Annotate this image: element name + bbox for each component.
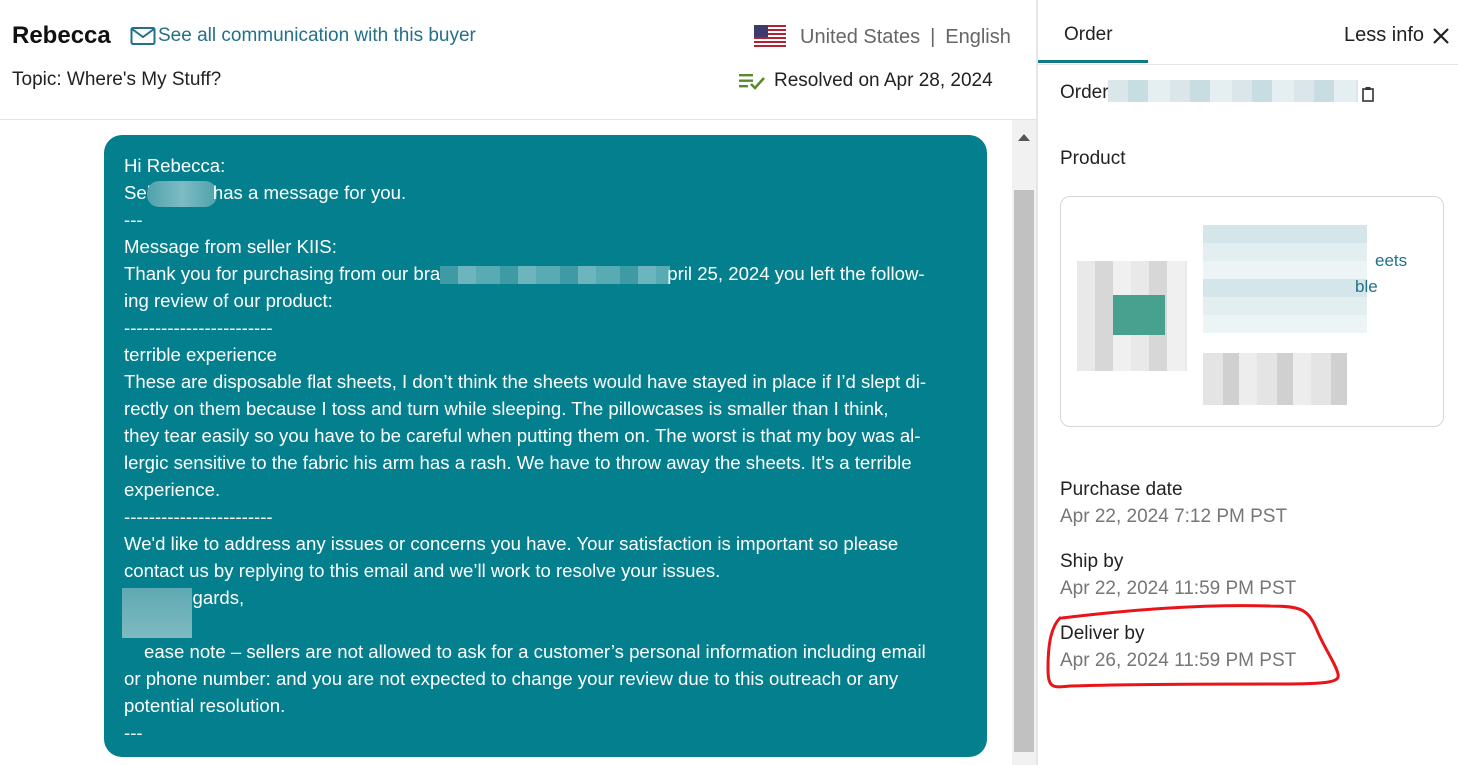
resolved-date-text: Resolved on Apr 28, 2024 [774, 70, 993, 91]
message-line: Thank you for purchasing from our bra pri… [124, 263, 925, 285]
ship-by-value: Apr 22, 2024 11:59 PM PST [1060, 578, 1297, 599]
message-line: terrible experience [124, 344, 277, 365]
redacted-signature [122, 588, 192, 638]
message-line: contact us by replying to this email and… [124, 560, 721, 581]
message-line: regards, [176, 587, 245, 608]
redacted-product-title [1203, 225, 1367, 333]
redacted-seller-name [146, 181, 217, 208]
buyer-name: Rebecca [12, 22, 111, 49]
order-details-panel: Order Less info Order Product eets ble P… [1036, 0, 1458, 765]
tab-order[interactable]: Order [1064, 24, 1113, 46]
message-line: --- [124, 722, 143, 743]
deliver-by-label: Deliver by [1060, 623, 1145, 644]
see-all-communication-label[interactable]: See all communication with this buyer [158, 25, 476, 47]
less-info-button[interactable]: Less info [1344, 24, 1450, 47]
purchase-date-value: Apr 22, 2024 7:12 PM PST [1060, 506, 1288, 527]
message-line: These are disposable flat sheets, I don’… [124, 371, 927, 392]
product-card[interactable]: eets ble [1060, 196, 1444, 427]
country-label: United States [800, 25, 921, 48]
tab-divider [1038, 64, 1458, 65]
ship-by-label: Ship by [1060, 551, 1124, 572]
message-bubble: Hi Rebecca: Sel has a message for you. --… [104, 135, 987, 757]
conversation-header: Rebecca See all communication with this … [0, 0, 1036, 120]
buyer-locale: United States | English [754, 25, 1011, 49]
vertical-scrollbar[interactable] [1012, 120, 1036, 765]
message-line: ing review of our product: [124, 290, 333, 311]
locale-separator: | [930, 25, 936, 48]
product-title-fragment[interactable]: ble [1355, 277, 1378, 297]
conversation-pane: Rebecca See all communication with this … [0, 0, 1036, 765]
message-line: experience. [124, 479, 221, 500]
redacted-brand [440, 266, 671, 285]
resolved-list-check-icon [739, 74, 765, 90]
us-flag-icon [754, 25, 786, 49]
message-line: Message from seller KIIS: [124, 236, 337, 257]
scroll-up-arrow-icon[interactable] [1018, 134, 1030, 141]
message-line: lergic sensitive to the fabric his arm h… [124, 452, 912, 473]
message-line: ease note – sellers are not allowed to a… [144, 641, 926, 662]
see-all-communication-link[interactable]: See all communication with this buyer [130, 25, 476, 47]
message-line [124, 611, 967, 638]
conversation-topic: Topic: Where's My Stuff? [12, 69, 222, 90]
close-icon[interactable] [1432, 27, 1450, 45]
active-tab-indicator [1038, 60, 1148, 63]
message-line: We'd like to address any issues or conce… [124, 533, 899, 554]
product-title-fragment[interactable]: eets [1375, 251, 1407, 271]
less-info-label[interactable]: Less info [1344, 24, 1424, 47]
resolved-status: Resolved on Apr 28, 2024 [738, 70, 993, 92]
language-label: English [945, 25, 1011, 48]
order-id-label: Order [1060, 82, 1109, 103]
mail-icon [130, 27, 156, 45]
message-line: Sel has a message for you. [124, 179, 967, 208]
product-label: Product [1060, 148, 1126, 169]
message-line: Hi Rebecca: [124, 155, 226, 176]
message-line: or phone number: and you are not expecte… [124, 668, 899, 689]
scroll-thumb[interactable] [1014, 190, 1034, 752]
message-line: potential resolution. [124, 695, 286, 716]
message-line: ------------------------ [124, 506, 273, 527]
message-line: ------------------------ [124, 317, 273, 338]
redacted-product-meta [1203, 353, 1347, 405]
message-thread[interactable]: Hi Rebecca: Sel has a message for you. --… [0, 120, 1012, 765]
copy-icon[interactable] [1362, 86, 1374, 102]
redacted-order-id [1108, 80, 1358, 102]
message-line: --- [124, 209, 143, 230]
purchase-date-label: Purchase date [1060, 479, 1183, 500]
message-line: rectly on them because I toss and turn w… [124, 398, 889, 419]
message-line: they tear easily so you have to be caref… [124, 425, 921, 446]
product-thumbnail[interactable] [1077, 261, 1187, 371]
deliver-by-value: Apr 26, 2024 11:59 PM PST [1060, 650, 1297, 671]
